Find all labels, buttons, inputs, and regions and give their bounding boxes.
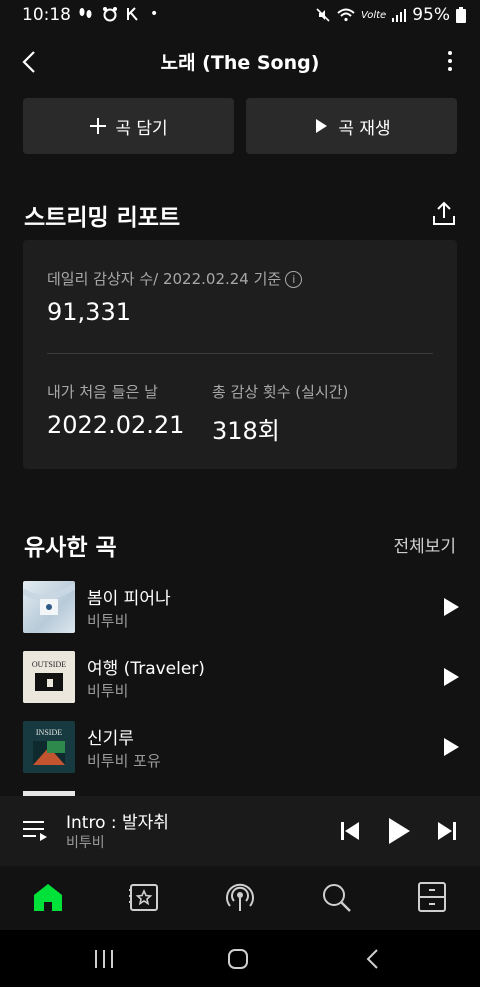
play-pause-icon[interactable] xyxy=(386,814,412,848)
page-title: 노래 (The Song) xyxy=(160,52,320,74)
signal-icon xyxy=(392,9,407,22)
podcast-icon[interactable] xyxy=(223,880,257,914)
play-song-label: 곡 재생 xyxy=(338,118,391,139)
home-button-icon[interactable] xyxy=(227,948,249,970)
plus-icon xyxy=(90,118,107,134)
first-listen-label: 내가 처음 들은 날 xyxy=(47,383,158,401)
search-icon[interactable] xyxy=(319,880,353,914)
add-song-label: 곡 담기 xyxy=(115,118,168,139)
album-art-text: INSIDE xyxy=(36,728,62,737)
more-dot xyxy=(448,51,452,55)
play-song-button[interactable]: 곡 재생 xyxy=(246,98,457,154)
status-right-group: Volte 95% xyxy=(315,5,466,25)
more-notifications-dot: • xyxy=(150,6,159,22)
system-navigation-bar xyxy=(0,930,480,987)
album-art: INSIDE xyxy=(23,721,75,773)
play-icon[interactable] xyxy=(442,667,460,687)
app-k-icon xyxy=(127,7,138,21)
status-time: 10:18 xyxy=(22,5,71,25)
more-dot xyxy=(448,59,452,63)
album-art-text: OUTSIDE xyxy=(32,660,66,669)
view-all-link[interactable]: 전체보기 xyxy=(393,532,456,557)
song-title: 봄이 피어나 xyxy=(87,589,171,609)
song-artist: 비투비 포유 xyxy=(87,752,161,770)
mute-icon xyxy=(316,8,330,22)
status-bar: 10:18 • Volte 95% xyxy=(0,0,480,32)
album-art xyxy=(23,581,75,633)
library-icon[interactable] xyxy=(127,880,161,914)
album-art-image: OUTSIDE xyxy=(23,651,75,703)
card-divider xyxy=(47,353,433,354)
share-button[interactable] xyxy=(430,200,458,228)
album-art-image xyxy=(23,583,75,615)
now-playing-artist: 비투비 xyxy=(66,835,105,851)
streaming-report-title: 스트리밍 리포트 xyxy=(24,205,181,231)
footprint-icon xyxy=(79,8,92,18)
song-artist: 비투비 xyxy=(87,682,129,700)
daily-listeners-value: 91,331 xyxy=(47,298,131,326)
first-listen-value: 2022.02.21 xyxy=(47,411,185,439)
more-dot xyxy=(448,67,452,71)
info-icon[interactable]: i xyxy=(285,271,303,288)
daily-listeners-row: 데일리 감상자 수/ 2022.02.24 기준 i xyxy=(47,268,303,289)
song-title: 여행 (Traveler) xyxy=(87,659,205,679)
album-art: OUTSIDE xyxy=(23,651,75,703)
recent-apps-icon[interactable] xyxy=(93,948,115,970)
more-options-button[interactable] xyxy=(442,46,458,76)
battery-icon xyxy=(456,7,466,23)
home-icon[interactable] xyxy=(31,880,65,914)
total-plays-value: 318회 xyxy=(212,417,280,445)
alarm-icon xyxy=(103,7,117,22)
total-plays-label: 총 감상 횟수 (실시간) xyxy=(212,383,349,401)
daily-listeners-label: 데일리 감상자 수/ 2022.02.24 기준 xyxy=(47,270,282,288)
bottom-navigation xyxy=(0,866,480,930)
streaming-report-card: 데일리 감상자 수/ 2022.02.24 기준 i 91,331 내가 처음 들… xyxy=(23,240,457,469)
album-art-image: INSIDE xyxy=(23,721,75,773)
playlist-icon[interactable] xyxy=(22,818,48,842)
play-icon[interactable] xyxy=(442,597,460,617)
song-list-item[interactable]: INSIDE 신기루 비투비 포유 xyxy=(0,712,480,782)
similar-songs-title: 유사한 곡 xyxy=(24,535,117,561)
song-title: 신기루 xyxy=(87,729,134,749)
wifi-icon xyxy=(337,8,355,22)
song-list-item[interactable]: 봄이 피어나 비투비 xyxy=(0,572,480,642)
next-track-icon[interactable] xyxy=(437,814,457,848)
now-playing-title: Intro : 발자취 xyxy=(66,813,169,833)
play-icon[interactable] xyxy=(442,737,460,757)
status-notification-icons: • xyxy=(78,6,158,22)
network-type: Volte xyxy=(360,9,387,21)
mini-player[interactable]: Intro : 발자취 비투비 xyxy=(0,796,480,866)
play-icon xyxy=(316,119,328,133)
song-artist: 비투비 xyxy=(87,612,129,630)
system-back-icon[interactable] xyxy=(362,948,384,970)
share-icon xyxy=(433,201,455,225)
song-list-item[interactable]: OUTSIDE 여행 (Traveler) 비투비 xyxy=(0,642,480,712)
previous-track-icon[interactable] xyxy=(340,814,360,848)
battery-percent: 95% xyxy=(412,5,450,25)
menu-icon[interactable] xyxy=(415,880,449,914)
add-song-button[interactable]: 곡 담기 xyxy=(23,98,234,154)
